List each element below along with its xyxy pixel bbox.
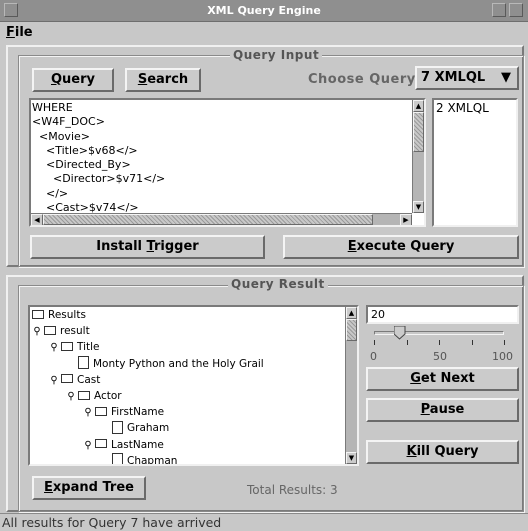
window-title: XML Query Engine bbox=[207, 4, 321, 17]
query-input-legend: Query Input bbox=[230, 48, 323, 62]
tree-node-label: LastName bbox=[111, 438, 164, 451]
status-text: All results for Query 7 have arrived bbox=[2, 515, 222, 530]
tree-node-label: Monty Python and the Holy Grail bbox=[93, 357, 264, 370]
get-next-button[interactable]: Get Next bbox=[366, 367, 519, 391]
kill-query-button[interactable]: Kill Query bbox=[366, 440, 519, 464]
tree-node-label: Graham bbox=[127, 422, 170, 435]
scroll-down-icon[interactable]: ▼ bbox=[346, 452, 357, 464]
total-results: Total Results: 3 bbox=[247, 483, 338, 497]
query-text-line: <Title>$v68</> bbox=[32, 143, 138, 157]
slider-thumb[interactable] bbox=[393, 325, 406, 340]
choose-query-value: 7 XMLQL bbox=[421, 70, 486, 85]
scroll-thumb[interactable] bbox=[346, 319, 357, 341]
choose-query-select[interactable]: 7 XMLQL ▼ bbox=[415, 66, 519, 90]
file-icon bbox=[78, 356, 89, 370]
tree-rows: Results ⚲ result ⚲ Title Monty Python and the… bbox=[32, 307, 342, 464]
menu-file[interactable]: File bbox=[6, 25, 33, 40]
folder-icon bbox=[95, 439, 107, 449]
query-text-line: WHERE bbox=[32, 101, 73, 114]
count-value: 20 bbox=[371, 308, 385, 321]
slider-tick-0: 0 bbox=[370, 350, 377, 363]
query-text-line: <Director>$v71</> bbox=[32, 172, 166, 186]
tree-node-label: Title bbox=[77, 341, 100, 354]
count-slider[interactable]: 0 50 100 bbox=[366, 324, 519, 366]
query-text-line: <Movie> bbox=[32, 129, 90, 143]
expand-key-icon[interactable]: ⚲ bbox=[83, 404, 93, 421]
tree-node-label: Actor bbox=[94, 390, 122, 402]
folder-icon bbox=[44, 325, 56, 335]
status-bar: All results for Query 7 have arrived bbox=[0, 513, 528, 531]
query-list-items: 2 XMLQL bbox=[434, 100, 516, 116]
tree-node[interactable]: ⚲ result bbox=[32, 323, 90, 340]
tree-node[interactable]: Results bbox=[32, 307, 86, 324]
scroll-up-icon[interactable]: ▲ bbox=[346, 307, 357, 319]
file-icon bbox=[112, 453, 123, 464]
tree-node[interactable]: Monty Python and the Holy Grail bbox=[66, 356, 264, 373]
expand-key-icon[interactable]: ⚲ bbox=[49, 339, 59, 356]
file-icon bbox=[112, 420, 123, 434]
scroll-up-icon[interactable]: ▲ bbox=[413, 100, 424, 112]
expand-key-icon[interactable]: ⚲ bbox=[83, 437, 93, 454]
search-button[interactable]: Search bbox=[125, 68, 201, 92]
tree-node[interactable]: ⚲ Actor bbox=[66, 388, 122, 405]
folder-icon bbox=[61, 374, 73, 384]
results-tree[interactable]: Results ⚲ result ⚲ Title Monty Python and the… bbox=[28, 305, 359, 466]
folder-icon bbox=[95, 406, 107, 416]
scroll-right-icon[interactable]: ▶ bbox=[400, 214, 412, 225]
slider-tick-100: 100 bbox=[492, 350, 513, 363]
query-text-line: <Directed_By> bbox=[32, 158, 131, 172]
menu-bar: File bbox=[0, 22, 528, 44]
tree-node[interactable]: ⚲ Title bbox=[49, 339, 100, 356]
minimize-icon[interactable] bbox=[492, 3, 506, 17]
folder-icon bbox=[32, 309, 44, 319]
slider-tick-50: 50 bbox=[433, 350, 447, 363]
pause-button[interactable]: Pause bbox=[366, 398, 519, 422]
choose-query-label: Choose Query bbox=[308, 72, 416, 87]
count-field[interactable]: 20 bbox=[366, 305, 519, 324]
query-list-item[interactable]: 2 XMLQL bbox=[436, 101, 514, 115]
query-list[interactable]: 2 XMLQL bbox=[432, 98, 518, 227]
execute-query-button[interactable]: Execute Query bbox=[283, 235, 519, 259]
expand-key-icon[interactable]: ⚲ bbox=[66, 388, 76, 405]
slider-ticks bbox=[374, 340, 520, 348]
expand-key-icon[interactable]: ⚲ bbox=[49, 372, 59, 389]
scroll-thumb[interactable] bbox=[413, 112, 424, 152]
query-text-vscroll[interactable]: ▲ ▼ bbox=[412, 100, 424, 213]
tree-node-label: result bbox=[60, 325, 90, 338]
tree-node[interactable]: Chapman bbox=[100, 453, 177, 464]
folder-icon bbox=[61, 341, 73, 351]
chevron-down-icon: ▼ bbox=[501, 70, 511, 85]
tree-node-label: Chapman bbox=[127, 454, 178, 464]
query-button[interactable]: Query bbox=[32, 68, 114, 92]
title-bar: XML Query Engine bbox=[0, 0, 528, 22]
tree-node[interactable]: ⚲ LastName bbox=[83, 437, 164, 454]
tree-node[interactable]: ⚲ Cast bbox=[49, 372, 100, 389]
scroll-down-icon[interactable]: ▼ bbox=[413, 201, 424, 213]
expand-tree-button[interactable]: Expand Tree bbox=[32, 476, 146, 500]
expand-key-icon[interactable]: ⚲ bbox=[32, 323, 42, 340]
splitter[interactable] bbox=[6, 268, 524, 275]
install-trigger-button[interactable]: Install Trigger bbox=[30, 235, 265, 259]
query-text-line: </> bbox=[32, 186, 69, 200]
tree-node-label: Cast bbox=[77, 373, 101, 386]
maximize-icon[interactable] bbox=[509, 3, 523, 17]
tree-vscroll[interactable]: ▲ ▼ bbox=[345, 307, 357, 464]
tree-node[interactable]: Graham bbox=[100, 420, 169, 437]
query-text-line: <W4F_DOC> bbox=[32, 115, 105, 129]
query-result-legend: Query Result bbox=[228, 277, 328, 291]
query-text: WHERE <W4F_DOC> <Movie> <Title>$v68</> <D… bbox=[32, 101, 165, 215]
tree-node[interactable]: ⚲ FirstName bbox=[83, 404, 164, 421]
tree-node-label: Results bbox=[48, 309, 86, 321]
hscroll-thumb[interactable] bbox=[43, 214, 373, 225]
query-text-area[interactable]: WHERE <W4F_DOC> <Movie> <Title>$v68</> <D… bbox=[29, 98, 426, 227]
folder-icon bbox=[78, 390, 90, 400]
query-text-hscroll[interactable]: ◀ ▶ bbox=[31, 213, 412, 225]
scroll-left-icon[interactable]: ◀ bbox=[31, 214, 43, 225]
tree-node-label: FirstName bbox=[111, 406, 165, 419]
